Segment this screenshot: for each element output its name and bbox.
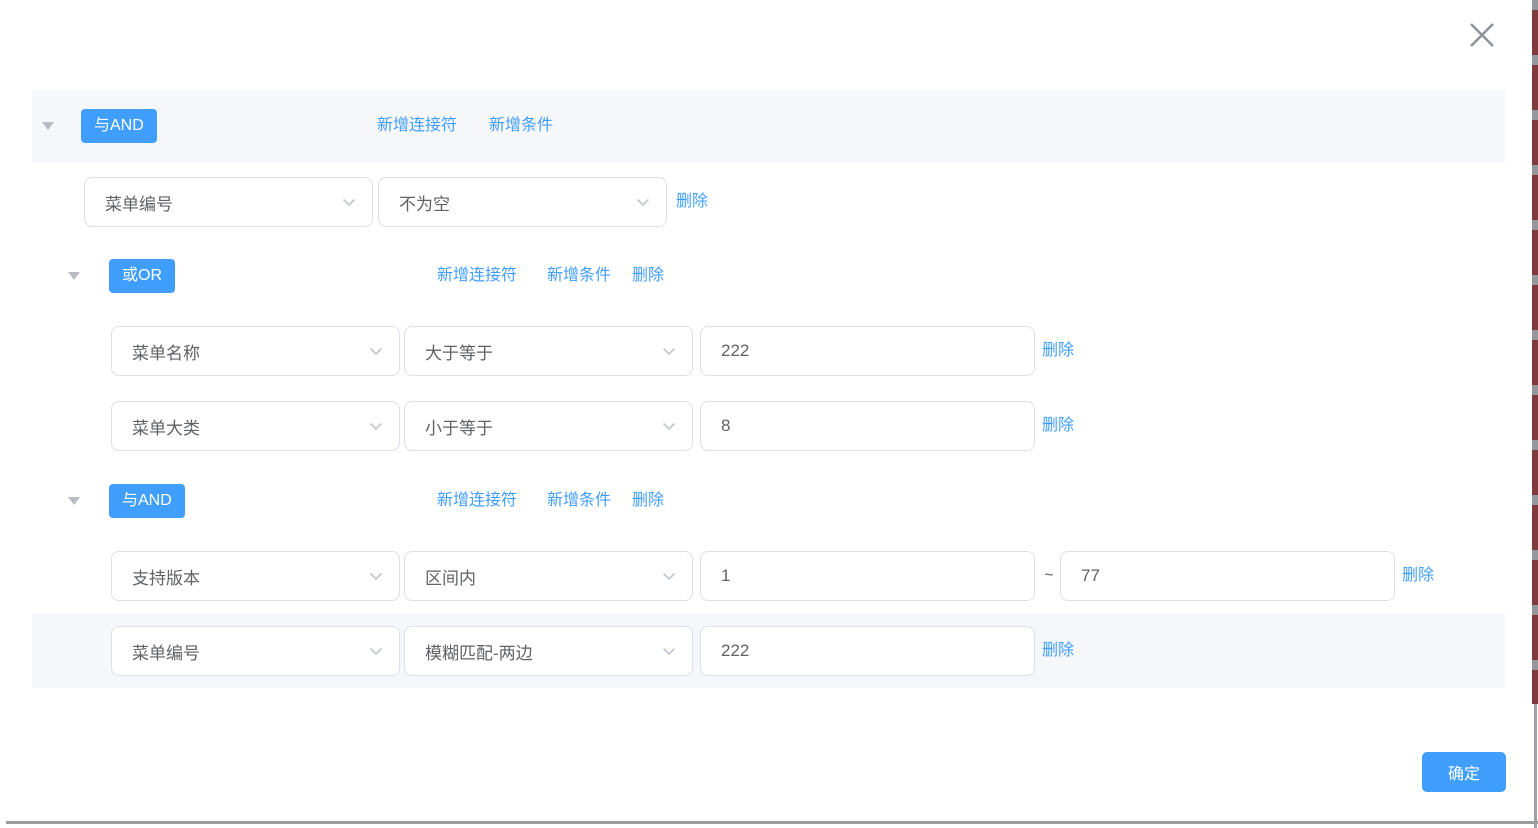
- bottom-edge-line: [6, 821, 1538, 824]
- operator-select-value: 不为空: [399, 190, 450, 215]
- delete-condition-link[interactable]: 删除: [1402, 565, 1434, 587]
- field-select-value: 菜单编号: [105, 190, 173, 215]
- add-condition-link[interactable]: 新增条件: [547, 265, 611, 287]
- add-connector-link[interactable]: 新增连接符: [437, 490, 517, 512]
- field-select[interactable]: 菜单编号: [111, 626, 400, 676]
- condition-row: 菜单编号 模糊匹配-两边 删除: [0, 613, 1538, 688]
- delete-condition-link[interactable]: 删除: [676, 191, 708, 213]
- chevron-down-icon: [662, 347, 676, 356]
- operator-select[interactable]: 模糊匹配-两边: [404, 626, 693, 676]
- chevron-down-icon: [369, 572, 383, 581]
- expand-caret-icon[interactable]: [68, 272, 80, 280]
- operator-select[interactable]: 小于等于: [404, 401, 693, 451]
- condition-row: 菜单大类 小于等于 删除: [0, 401, 1538, 451]
- operator-select[interactable]: 区间内: [404, 551, 693, 601]
- field-select-value: 菜单名称: [132, 339, 200, 364]
- connector-badge[interactable]: 与AND: [109, 484, 185, 518]
- field-select[interactable]: 菜单大类: [111, 401, 400, 451]
- range-separator: ~: [1038, 563, 1060, 589]
- confirm-button[interactable]: 确定: [1422, 752, 1506, 792]
- field-select-value: 支持版本: [132, 564, 200, 589]
- add-connector-link[interactable]: 新增连接符: [437, 265, 517, 287]
- field-select-value: 菜单编号: [132, 639, 200, 664]
- operator-select[interactable]: 大于等于: [404, 326, 693, 376]
- delete-connector-link[interactable]: 删除: [632, 490, 664, 512]
- connector-row-and: 与AND 新增连接符 新增条件 删除: [0, 475, 1538, 527]
- right-edge-line: [1534, 704, 1537, 828]
- connector-badge[interactable]: 或OR: [109, 259, 175, 293]
- add-condition-link[interactable]: 新增条件: [547, 490, 611, 512]
- delete-condition-link[interactable]: 删除: [1042, 415, 1074, 437]
- connector-row-root: 与AND 新增连接符 新增条件: [0, 90, 1538, 163]
- chevron-down-icon: [662, 647, 676, 656]
- close-button[interactable]: [1460, 13, 1504, 57]
- operator-select[interactable]: 不为空: [378, 177, 667, 227]
- delete-connector-link[interactable]: 删除: [632, 265, 664, 287]
- chevron-down-icon: [369, 347, 383, 356]
- operator-select-value: 区间内: [425, 564, 476, 589]
- connector-row-or: 或OR 新增连接符 新增条件 删除: [0, 250, 1538, 302]
- field-select[interactable]: 菜单编号: [84, 177, 373, 227]
- delete-condition-link[interactable]: 删除: [1042, 640, 1074, 662]
- condition-row: 菜单编号 不为空 删除: [0, 177, 1538, 227]
- value-input[interactable]: [700, 401, 1035, 451]
- field-select-value: 菜单大类: [132, 414, 200, 439]
- operator-select-value: 小于等于: [425, 414, 493, 439]
- chevron-down-icon: [662, 422, 676, 431]
- delete-condition-link[interactable]: 删除: [1042, 340, 1074, 362]
- operator-select-value: 大于等于: [425, 339, 493, 364]
- connector-badge[interactable]: 与AND: [81, 109, 157, 143]
- field-select[interactable]: 菜单名称: [111, 326, 400, 376]
- expand-caret-icon[interactable]: [68, 497, 80, 505]
- chevron-down-icon: [342, 198, 356, 207]
- right-edge-stripe: [1532, 0, 1538, 704]
- add-condition-link[interactable]: 新增条件: [489, 115, 553, 137]
- value-input[interactable]: [700, 626, 1035, 676]
- range-start-input[interactable]: [700, 551, 1035, 601]
- chevron-down-icon: [369, 422, 383, 431]
- close-icon: [1465, 18, 1499, 52]
- add-connector-link[interactable]: 新增连接符: [377, 115, 457, 137]
- chevron-down-icon: [369, 647, 383, 656]
- operator-select-value: 模糊匹配-两边: [425, 639, 533, 664]
- connector-row-highlight: [32, 90, 1505, 163]
- chevron-down-icon: [662, 572, 676, 581]
- chevron-down-icon: [636, 198, 650, 207]
- expand-caret-icon[interactable]: [42, 122, 54, 130]
- range-end-input[interactable]: [1060, 551, 1395, 601]
- value-input[interactable]: [700, 326, 1035, 376]
- filter-condition-dialog: 与AND 新增连接符 新增条件 菜单编号 不为空 删除 或OR 新增连接符 新增…: [0, 0, 1538, 828]
- condition-row-range: 支持版本 区间内 ~ 删除: [0, 551, 1538, 601]
- field-select[interactable]: 支持版本: [111, 551, 400, 601]
- condition-row: 菜单名称 大于等于 删除: [0, 326, 1538, 376]
